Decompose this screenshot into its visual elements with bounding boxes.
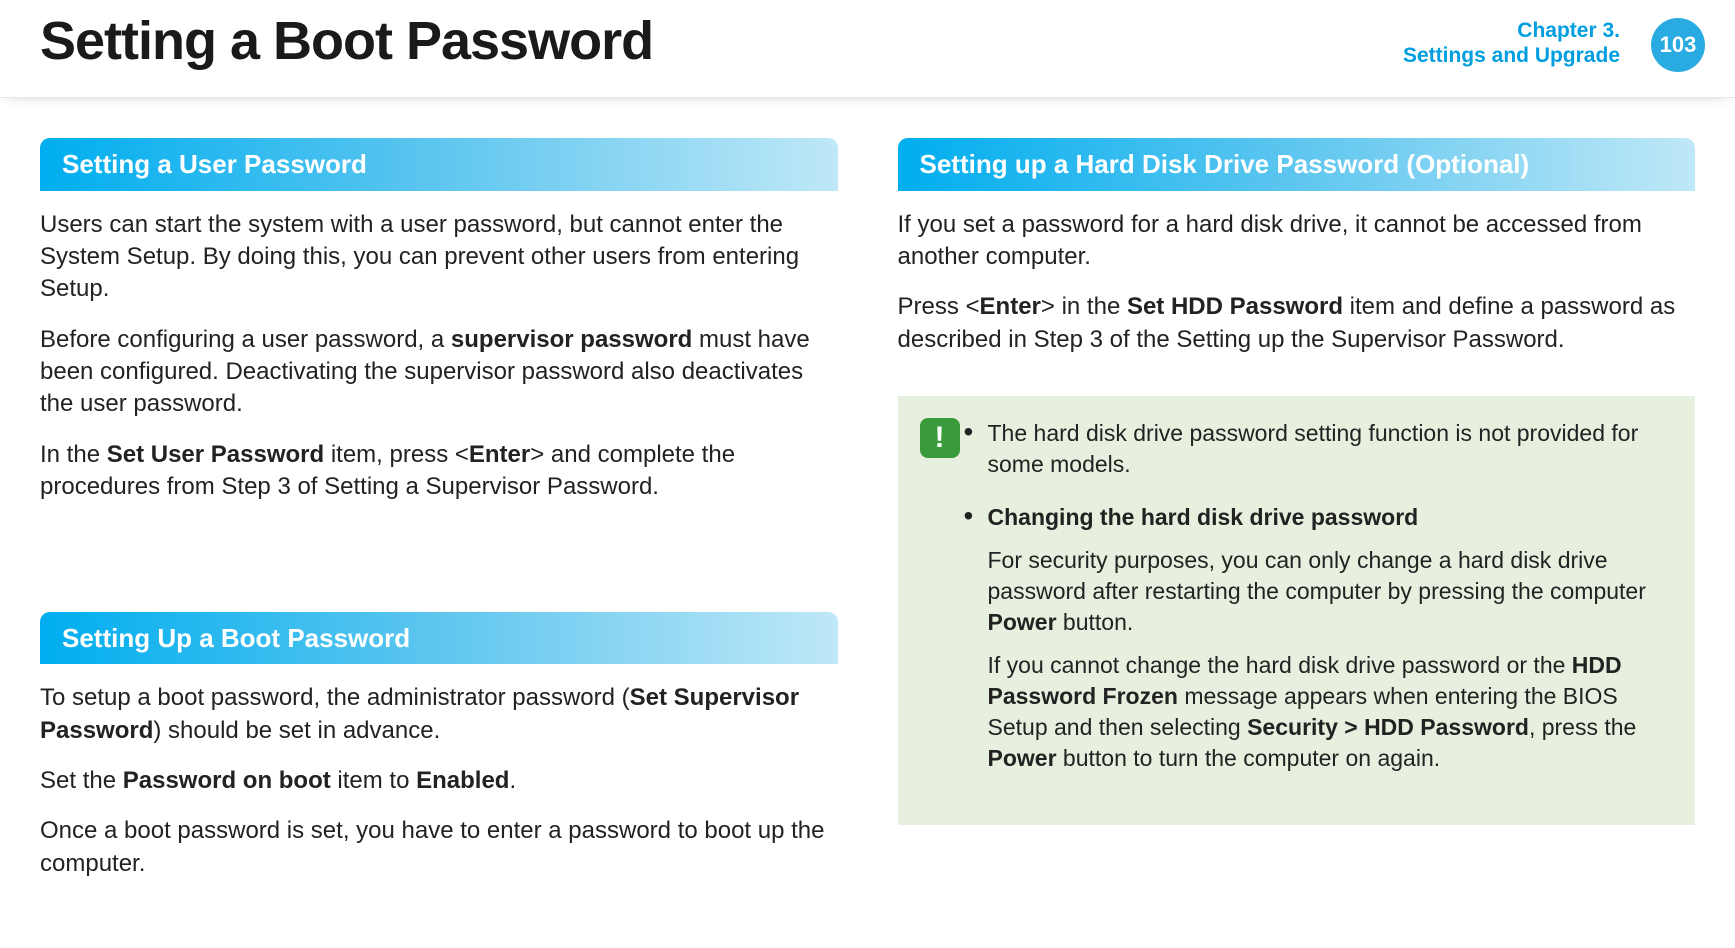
paragraph: If you set a password for a hard disk dr… bbox=[898, 209, 1696, 274]
paragraph: In the Set User Password item, press <En… bbox=[40, 439, 838, 504]
content-columns: Setting a User Password Users can start … bbox=[0, 98, 1735, 898]
left-column: Setting a User Password Users can start … bbox=[40, 138, 838, 898]
text: Set the bbox=[40, 767, 123, 794]
note-box: ! • The hard disk drive password setting… bbox=[898, 396, 1696, 824]
section-title-user-password: Setting a User Password bbox=[40, 138, 838, 191]
paragraph: Before configuring a user password, a su… bbox=[40, 324, 838, 421]
text-bold: Power bbox=[988, 745, 1057, 771]
paragraph: Users can start the system with a user p… bbox=[40, 209, 838, 306]
text: Press < bbox=[898, 293, 980, 320]
text: To setup a boot password, the administra… bbox=[40, 684, 630, 711]
text: In the bbox=[40, 441, 107, 468]
text: > in the bbox=[1041, 293, 1127, 320]
paragraph: To setup a boot password, the administra… bbox=[40, 682, 838, 747]
text: ) should be set in advance. bbox=[153, 717, 440, 744]
note-subtitle: Changing the hard disk drive password bbox=[988, 504, 1419, 530]
text-bold: Enabled bbox=[416, 767, 509, 794]
text: , press the bbox=[1529, 714, 1636, 740]
chapter-line-2: Settings and Upgrade bbox=[1403, 43, 1620, 68]
note-paragraph: If you cannot change the hard disk drive… bbox=[988, 650, 1668, 774]
text-bold: Set HDD Password bbox=[1127, 293, 1343, 320]
chapter-label: Chapter 3. Settings and Upgrade bbox=[1403, 18, 1620, 68]
paragraph: Set the Password on boot item to Enabled… bbox=[40, 765, 838, 797]
chapter-line-1: Chapter 3. bbox=[1403, 18, 1620, 43]
right-column: Setting up a Hard Disk Drive Password (O… bbox=[898, 138, 1696, 898]
text-bold: Password on boot bbox=[123, 767, 331, 794]
bullet-icon: • bbox=[964, 502, 988, 530]
section-title-boot-password: Setting Up a Boot Password bbox=[40, 612, 838, 665]
text: If you cannot change the hard disk drive… bbox=[988, 652, 1572, 678]
spacer bbox=[40, 522, 838, 612]
paragraph: Once a boot password is set, you have to… bbox=[40, 815, 838, 880]
note-paragraph: For security purposes, you can only chan… bbox=[988, 545, 1668, 638]
text: . bbox=[509, 767, 516, 794]
paragraph: Press <Enter> in the Set HDD Password it… bbox=[898, 291, 1696, 356]
page-header: Setting a Boot Password Chapter 3. Setti… bbox=[0, 0, 1735, 98]
text: Before configuring a user password, a bbox=[40, 326, 451, 353]
note-text: The hard disk drive password setting fun… bbox=[988, 420, 1639, 477]
bullet-icon: • bbox=[964, 418, 988, 446]
text-bold: Enter bbox=[469, 441, 530, 468]
text-bold: Set User Password bbox=[107, 441, 324, 468]
page-number-badge: 103 bbox=[1651, 18, 1705, 72]
note-bullet: • Changing the hard disk drive password … bbox=[988, 502, 1668, 774]
text-bold: Power bbox=[988, 609, 1057, 635]
alert-icon: ! bbox=[920, 418, 960, 458]
text: button. bbox=[1057, 609, 1134, 635]
text: For security purposes, you can only chan… bbox=[988, 547, 1646, 604]
text-bold: Security > HDD Password bbox=[1247, 714, 1529, 740]
text: button to turn the computer on again. bbox=[1057, 745, 1441, 771]
section-title-hdd-password: Setting up a Hard Disk Drive Password (O… bbox=[898, 138, 1696, 191]
text: item to bbox=[331, 767, 416, 794]
text: item, press < bbox=[324, 441, 469, 468]
text-bold: Enter bbox=[980, 293, 1041, 320]
note-bullet: • The hard disk drive password setting f… bbox=[988, 418, 1668, 480]
text-bold: supervisor password bbox=[451, 326, 692, 353]
